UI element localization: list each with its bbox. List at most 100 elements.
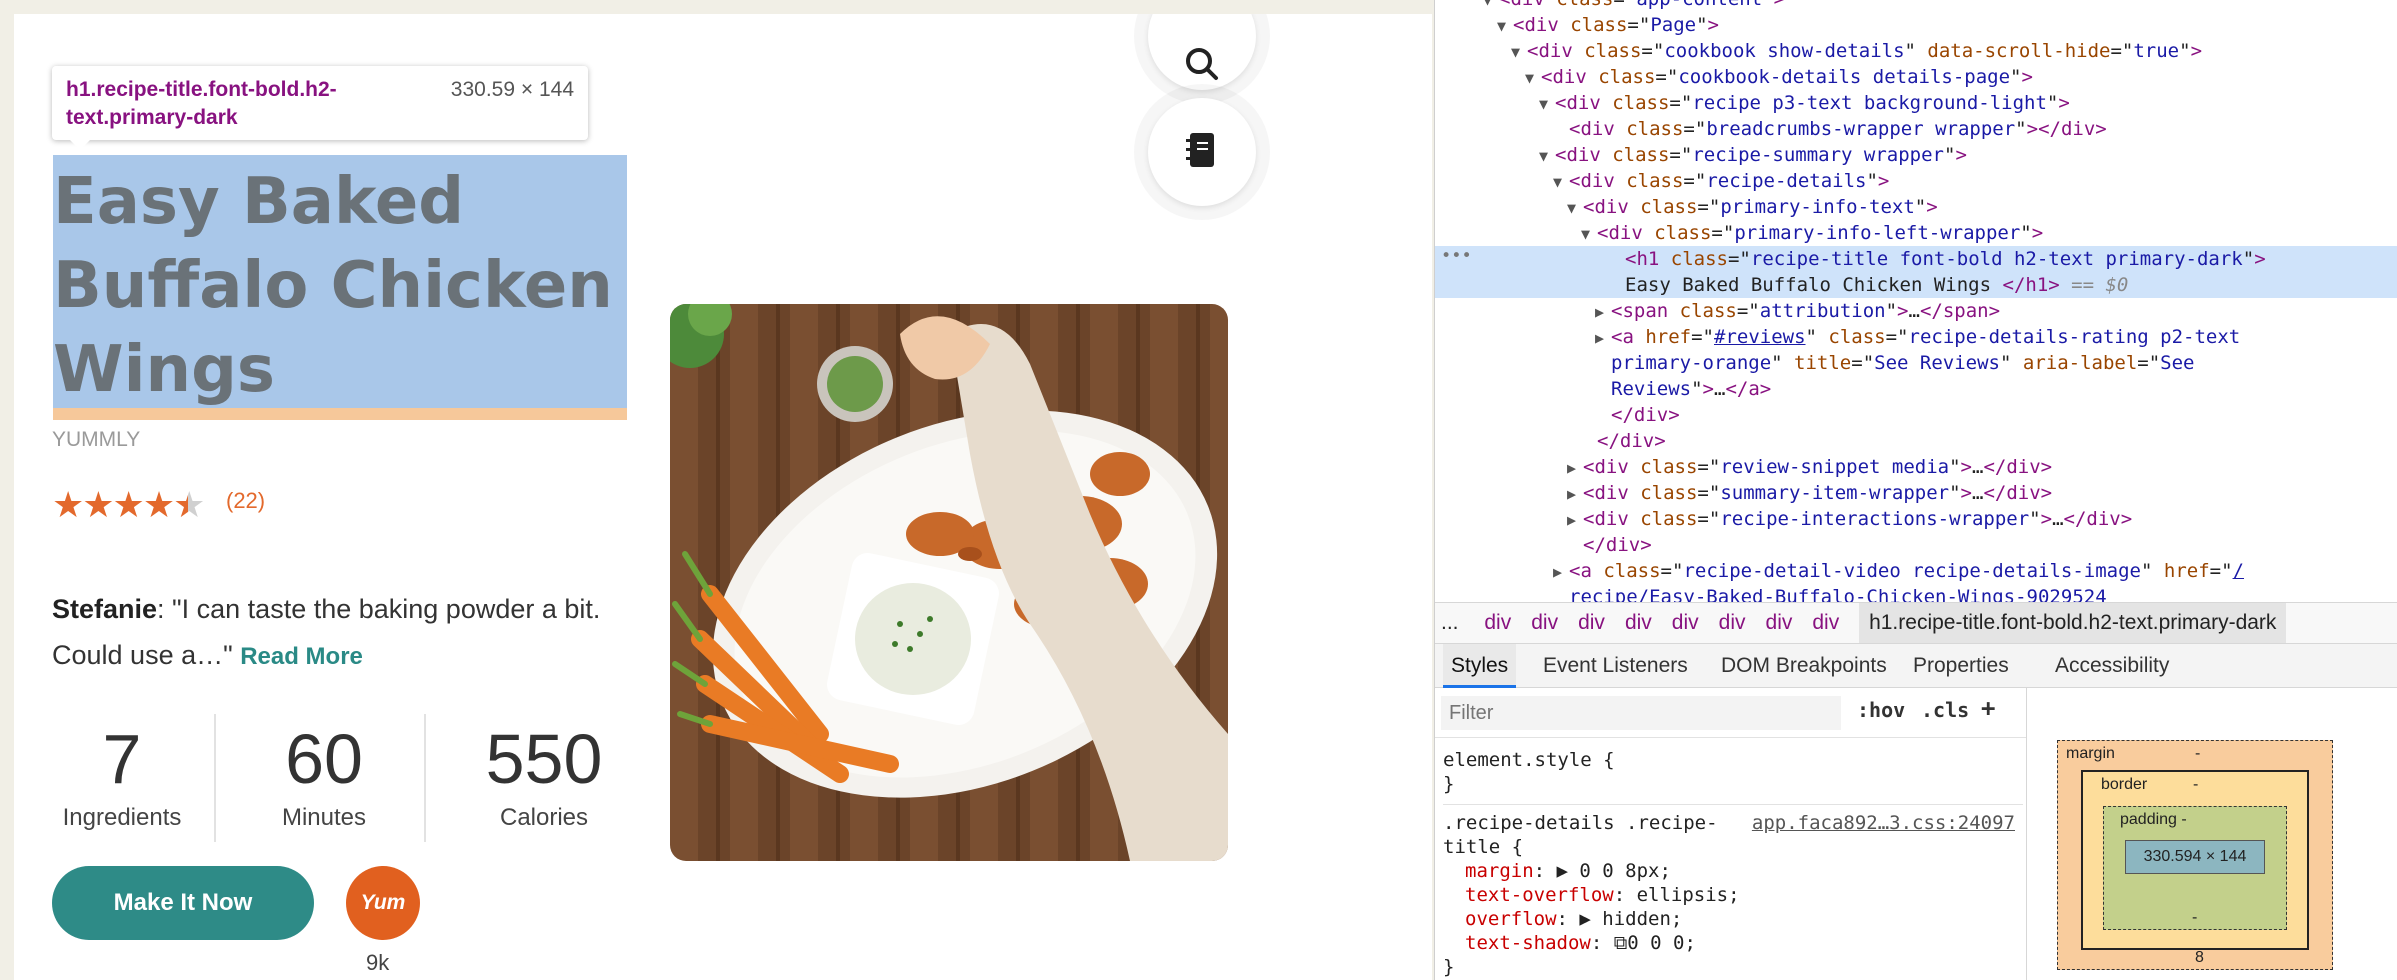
dom-node-markup: <div class="app-content">	[1499, 0, 1785, 10]
style-property[interactable]: text-shadow: ⧉0 0 0;	[1443, 931, 2023, 955]
make-it-now-button[interactable]: Make It Now	[52, 866, 314, 940]
search-button[interactable]	[1148, 14, 1256, 90]
yum-button[interactable]: Yum	[346, 866, 420, 940]
breadcrumb-item[interactable]: div	[1484, 603, 1511, 643]
dom-node-line[interactable]: <h1 class="recipe-title font-bold h2-tex…	[1435, 246, 2397, 272]
dom-node-line[interactable]: ▶ <a class="recipe-detail-video recipe-de…	[1435, 558, 2397, 584]
recipe-source[interactable]: YUMMLY	[52, 428, 140, 452]
tab-accessibility[interactable]: Accessibility	[2055, 644, 2169, 688]
stat-label: Ingredients	[62, 804, 182, 831]
elements-tree[interactable]: ▼<div class="app-content">▼<div class="P…	[1435, 0, 2397, 602]
dom-node-markup: <div class="recipe-summary wrapper">	[1555, 144, 1967, 166]
style-property[interactable]: overflow: ▶ hidden;	[1443, 907, 2023, 931]
breadcrumb-item[interactable]: div	[1578, 603, 1605, 643]
tab-dom-breakpoints[interactable]: DOM Breakpoints	[1721, 644, 1887, 688]
expand-triangle-icon[interactable]: ▶	[1595, 325, 1611, 351]
collapse-triangle-icon[interactable]: ▼	[1525, 65, 1541, 91]
dom-node-markup: </div>	[1597, 430, 1666, 452]
dom-node-line[interactable]: ▼<div class="app-content">	[1435, 0, 2397, 12]
expand-triangle-icon[interactable]: ▶	[1567, 481, 1583, 507]
collapse-triangle-icon[interactable]: ▼	[1497, 13, 1513, 39]
dom-node-markup: <a href="#reviews" class="recipe-details…	[1611, 326, 2241, 348]
dom-node-line[interactable]: Reviews">…</a>	[1435, 376, 2397, 402]
breadcrumb-item[interactable]: div	[1812, 603, 1839, 643]
rule-selector-cont: title {	[1443, 836, 1524, 858]
dom-node-line[interactable]: </div>	[1435, 532, 2397, 558]
stat-calories: 550 Calories	[444, 714, 644, 844]
collapse-triangle-icon[interactable]: ▼	[1539, 143, 1555, 169]
breadcrumb-more[interactable]: ...	[1441, 603, 1459, 643]
dom-node-markup: <div class="cookbook show-details" data-…	[1527, 40, 2203, 62]
dom-node-line[interactable]: ▼ <div class="cookbook show-details" data…	[1435, 38, 2397, 64]
recipe-title-rule[interactable]: app.faca892…3.css:24097 .recipe-details …	[1443, 804, 2023, 979]
stat-value: 60	[285, 720, 363, 798]
breadcrumb-item[interactable]: div	[1719, 603, 1746, 643]
dom-node-line[interactable]: ▶ <div class="review-snippet media">…</di…	[1435, 454, 2397, 480]
stat-divider	[424, 714, 426, 842]
collapse-triangle-icon[interactable]: ▼	[1567, 195, 1583, 221]
more-actions-icon[interactable]: •••	[1441, 246, 1472, 266]
expand-triangle-icon[interactable]: ▶	[1567, 507, 1583, 533]
hover-state-toggle[interactable]: :hov	[1857, 698, 1905, 722]
box-model: margin - 8 border - padding - - 330.594 …	[2027, 688, 2397, 980]
dom-node-line[interactable]: ▼ <div class="primary-info-left-wrapper">	[1435, 220, 2397, 246]
rating-stars[interactable]: ★★★★★	[52, 484, 205, 526]
dom-node-line[interactable]: ▶ <a href="#reviews" class="recipe-detail…	[1435, 324, 2397, 350]
breadcrumb-item[interactable]: div	[1531, 603, 1558, 643]
dom-node-line[interactable]: ▼ <div class="cookbook-details details-pa…	[1435, 64, 2397, 90]
dom-node-line[interactable]: ▼ <div class="primary-info-text">	[1435, 194, 2397, 220]
collapse-triangle-icon[interactable]: ▼	[1553, 169, 1569, 195]
recipe-page: Easy Baked Buffalo Chicken Wings h1.reci…	[14, 14, 1432, 980]
dom-node-markup: </div>	[1611, 404, 1680, 426]
dom-node-markup: <div class="primary-info-left-wrapper">	[1597, 222, 2044, 244]
dom-node-line[interactable]: </div>	[1435, 402, 2397, 428]
collapse-triangle-icon[interactable]: ▼	[1511, 39, 1527, 65]
collapse-triangle-icon[interactable]: ▼	[1539, 91, 1555, 117]
notebook-icon	[1184, 130, 1220, 175]
rule-close: }	[1443, 773, 1455, 795]
tab-properties[interactable]: Properties	[1913, 644, 2009, 688]
dom-node-line[interactable]: ▶ <span class="attribution">…</span>	[1435, 298, 2397, 324]
breadcrumb-item[interactable]: div	[1672, 603, 1699, 643]
styles-toolbar: :hov .cls +	[1435, 688, 2026, 738]
style-property[interactable]: text-overflow: ellipsis;	[1443, 883, 2023, 907]
expand-triangle-icon[interactable]: ▶	[1567, 455, 1583, 481]
new-rule-button[interactable]: +	[1981, 694, 1995, 722]
styles-pane: :hov .cls + element.style { } app.faca89…	[1435, 688, 2027, 980]
dom-node-line[interactable]: Easy Baked Buffalo Chicken Wings </h1> =…	[1435, 272, 2397, 298]
read-more-link[interactable]: Read More	[240, 643, 363, 670]
rule-selector: element.style {	[1443, 749, 1615, 771]
expand-triangle-icon[interactable]: ▶	[1595, 299, 1611, 325]
stat-value: 550	[485, 720, 603, 798]
tab-event-listeners[interactable]: Event Listeners	[1543, 644, 1688, 688]
rating-count[interactable]: (22)	[226, 488, 265, 514]
tooltip-selector: h1.recipe-title.font-bold.h2-text.primar…	[66, 78, 337, 129]
breadcrumb-item[interactable]: div	[1766, 603, 1793, 643]
cookbook-button[interactable]	[1148, 98, 1256, 206]
yum-count: 9k	[366, 950, 390, 975]
dom-node-line[interactable]: ▼ <div class="Page">	[1435, 12, 2397, 38]
box-model-content[interactable]: 330.594 × 144	[2125, 840, 2265, 874]
class-toggle[interactable]: .cls	[1921, 698, 1969, 722]
breadcrumb-current[interactable]: h1.recipe-title.font-bold.h2-text.primar…	[1859, 603, 2287, 643]
dom-node-line[interactable]: ▼ <div class="recipe-summary wrapper">	[1435, 142, 2397, 168]
style-property[interactable]: margin: ▶ 0 0 8px;	[1443, 859, 2023, 883]
dom-node-line[interactable]: ▼ <div class="recipe-details">	[1435, 168, 2397, 194]
tab-styles[interactable]: Styles	[1443, 644, 1517, 688]
dom-node-line[interactable]: primary-orange" title="See Reviews" aria…	[1435, 350, 2397, 376]
dom-node-line[interactable]: <div class="breadcrumbs-wrapper wrapper"…	[1435, 116, 2397, 142]
breadcrumb-item[interactable]: div	[1625, 603, 1652, 643]
dom-node-line[interactable]: ▶ <div class="summary-item-wrapper">…</di…	[1435, 480, 2397, 506]
dom-node-line[interactable]: ▼ <div class="recipe p3-text background-l…	[1435, 90, 2397, 116]
dom-node-line[interactable]: ▶ <div class="recipe-interactions-wrapper…	[1435, 506, 2397, 532]
collapse-triangle-icon[interactable]: ▼	[1581, 221, 1597, 247]
dom-node-line[interactable]: </div>	[1435, 428, 2397, 454]
styles-filter-input[interactable]	[1441, 696, 1841, 730]
dom-node-markup: <div class="recipe-interactions-wrapper"…	[1583, 508, 2133, 530]
recipe-photo[interactable]	[670, 304, 1228, 861]
element-style-rule[interactable]: element.style { }	[1443, 748, 2023, 796]
rule-source-link[interactable]: app.faca892…3.css:24097	[1752, 811, 2015, 835]
expand-triangle-icon[interactable]: ▶	[1553, 559, 1569, 585]
dom-node-markup: <h1 class="recipe-title font-bold h2-tex…	[1625, 248, 2266, 270]
dom-node-line[interactable]: recipe/Easy-Baked-Buffalo-Chicken-Wings-…	[1435, 584, 2397, 602]
